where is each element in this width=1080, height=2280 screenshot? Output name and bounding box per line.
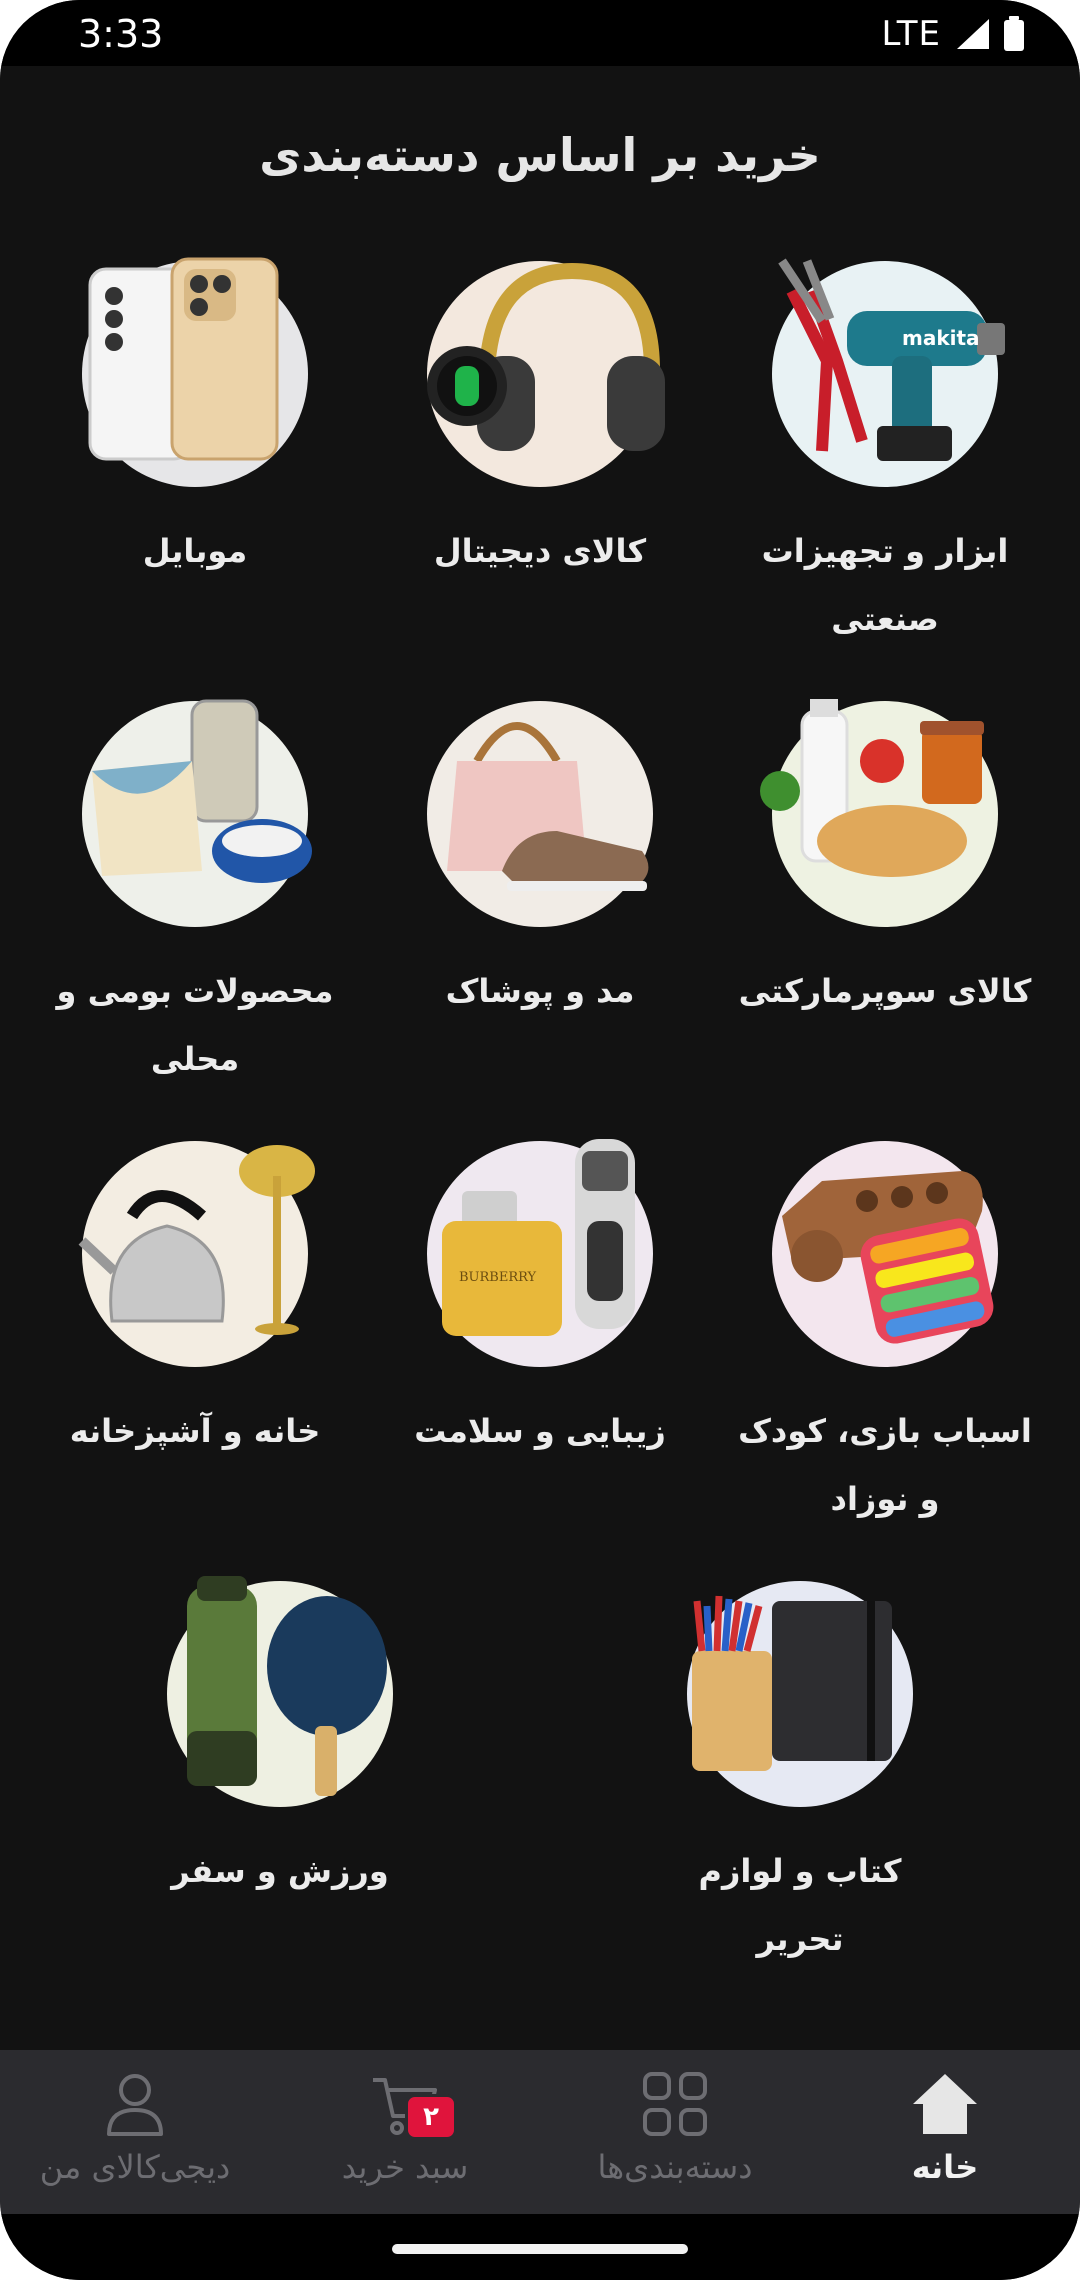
nav-label: دیجی‌کالای من — [39, 2148, 231, 2186]
nav-categories[interactable]: دسته‌بندی‌ها — [540, 2050, 810, 2214]
category-toys[interactable]: اسباب بازی، کودک و نوزاد — [735, 1141, 1035, 1533]
category-label: محصولات بومی و محلی — [56, 972, 334, 1078]
cart-count-badge: ۲ — [405, 2094, 457, 2140]
phone-frame: 3:33 LTE خرید بر اساس دسته‌بندی makita — [0, 0, 1080, 2280]
nav-label: خانه — [911, 2148, 979, 2186]
category-label: کالای دیجیتال — [433, 532, 647, 570]
categories-icon — [643, 2072, 707, 2136]
smartphone-icon — [82, 257, 308, 487]
local-products-icon — [82, 699, 312, 927]
headphones-icon — [427, 261, 665, 487]
category-label: زیبایی و سلامت — [414, 1412, 666, 1450]
signal-icon — [957, 19, 989, 49]
category-sports[interactable]: ورزش و سفر — [130, 1576, 430, 1905]
category-fashion[interactable]: مد و پوشاک — [390, 701, 690, 1025]
category-home-kitchen[interactable]: خانه و آشپزخانه — [45, 1141, 345, 1465]
drill-icon: makita — [772, 258, 1005, 487]
category-label: کتاب و لوازم تحریر — [698, 1852, 902, 1958]
bottom-navigation: خانه دسته‌بندی‌ها ۲ سبد خرید — [0, 2050, 1080, 2214]
home-icon — [913, 2074, 977, 2134]
svg-text:makita: makita — [902, 326, 980, 350]
category-beauty[interactable]: BURBERRY زیبایی و سلامت — [390, 1139, 690, 1465]
category-label: موبایل — [142, 532, 248, 570]
category-books[interactable]: کتاب و لوازم تحریر — [650, 1581, 950, 1973]
groceries-icon — [760, 699, 998, 927]
sports-icon — [167, 1576, 393, 1807]
toy-icon — [772, 1141, 998, 1367]
category-label: کالای سوپرمارکتی — [738, 972, 1032, 1010]
categories-screen: خرید بر اساس دسته‌بندی makita — [0, 66, 1080, 2050]
status-bar: 3:33 LTE — [0, 0, 1080, 66]
kettle-icon — [78, 1141, 315, 1367]
status-time: 3:33 — [78, 12, 164, 56]
perfume-icon: BURBERRY — [427, 1139, 653, 1367]
category-supermarket[interactable]: کالای سوپرمارکتی — [735, 699, 1035, 1025]
handbag-icon — [427, 701, 653, 927]
category-label: اسباب بازی، کودک و نوزاد — [738, 1412, 1032, 1518]
home-indicator[interactable] — [392, 2244, 688, 2254]
category-digital[interactable]: کالای دیجیتال — [390, 261, 690, 585]
nav-home[interactable]: خانه — [810, 2050, 1080, 2214]
profile-icon — [107, 2074, 163, 2136]
svg-text:BURBERRY: BURBERRY — [459, 1270, 537, 1285]
category-mobile[interactable]: موبایل — [45, 257, 345, 585]
notebook-icon — [687, 1581, 913, 1807]
category-label: خانه و آشپزخانه — [69, 1412, 321, 1450]
category-local[interactable]: محصولات بومی و محلی — [45, 699, 345, 1093]
battery-icon — [1004, 16, 1024, 51]
gesture-bar — [0, 2214, 1080, 2280]
category-label: ورزش و سفر — [171, 1852, 389, 1890]
category-tools[interactable]: makita ابزار و تجهیزات صنعتی — [735, 258, 1035, 653]
page-title: خرید بر اساس دسته‌بندی — [259, 128, 821, 182]
category-label: مد و پوشاک — [445, 972, 635, 1010]
nav-cart[interactable]: ۲ سبد خرید — [270, 2050, 540, 2214]
nav-label: سبد خرید — [341, 2148, 469, 2186]
category-label: ابزار و تجهیزات صنعتی — [761, 532, 1009, 638]
network-type: LTE — [881, 14, 941, 54]
status-indicators: LTE — [881, 14, 1025, 54]
nav-profile[interactable]: دیجی‌کالای من — [0, 2050, 270, 2214]
nav-label: دسته‌بندی‌ها — [597, 2148, 753, 2186]
